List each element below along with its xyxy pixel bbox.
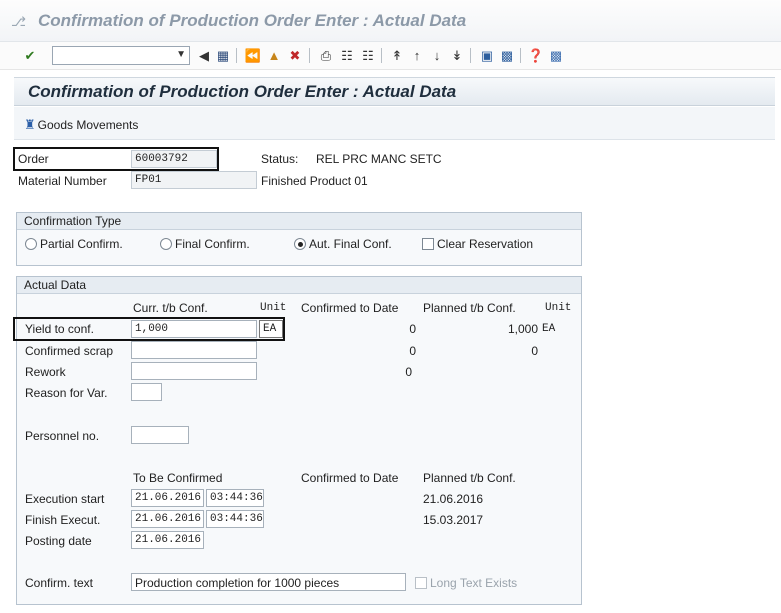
confirmation-type-title: Confirmation Type (17, 213, 581, 230)
command-field[interactable]: ▼ (52, 46, 190, 65)
radio-label: Aut. Final Conf. (309, 237, 392, 251)
confirmed-scrap-input[interactable] (131, 341, 257, 359)
save-icon[interactable]: ▦ (214, 46, 232, 64)
shortcut-icon[interactable]: ▩ (498, 46, 516, 64)
goods-movements-label: Goods Movements (37, 118, 139, 132)
checkbox-label: Long Text Exists (430, 576, 518, 590)
yield-planned: 1,000 (507, 322, 538, 336)
confirmed-scrap-label: Confirmed scrap (25, 344, 114, 358)
standard-toolbar: ✔ ▼ ◀ ▦ ⏪ ▲ ✖ ⎙ ☷ ☷ ↟ ↑ ↓ ↡ ▣ ▩ ❓ ▩ (0, 42, 781, 70)
clear-reservation-checkbox[interactable]: Clear Reservation (422, 237, 533, 251)
enter-icon[interactable]: ✔ (21, 46, 39, 64)
next-page-icon[interactable]: ↓ (428, 46, 446, 64)
reason-for-variance-input[interactable] (131, 383, 162, 401)
checkbox-icon (415, 577, 427, 589)
window-title: Confirmation of Production Order Enter :… (38, 11, 467, 30)
dropdown-arrow-icon[interactable]: ▼ (176, 49, 186, 60)
page-title: Confirmation of Production Order Enter :… (28, 82, 457, 101)
checkbox-label: Clear Reservation (437, 237, 534, 251)
posting-date-input[interactable]: 21.06.2016 (131, 531, 204, 549)
execution-start-time-input[interactable]: 03:44:36 (206, 489, 264, 507)
status-label: Status: (261, 152, 299, 166)
col-unit-header: Unit (260, 302, 287, 314)
confirm-text-input[interactable]: Production completion for 1000 pieces (131, 573, 406, 591)
material-number-field: FP01 (131, 171, 257, 189)
execution-start-planned: 21.06.2016 (423, 492, 484, 506)
help-icon[interactable]: ❓ (527, 46, 545, 64)
exit-icon[interactable]: ▲ (265, 46, 283, 64)
actual-data-title: Actual Data (17, 277, 581, 294)
menu-icon[interactable]: ⎇ (11, 14, 27, 29)
new-session-icon[interactable]: ▣ (478, 46, 496, 64)
finish-execution-time-input[interactable]: 03:44:36 (206, 510, 264, 528)
radio-label: Final Confirm. (175, 237, 250, 251)
col-to-be-confirmed-header: To Be Confirmed (133, 471, 223, 485)
status-value: REL PRC MANC SETC (316, 152, 442, 166)
goods-movements-button[interactable]: ♜ Goods Movements (24, 117, 138, 133)
finish-execution-planned: 15.03.2017 (423, 513, 484, 527)
yield-planned-unit: EA (542, 323, 556, 335)
rework-input[interactable] (131, 362, 257, 380)
col-planned-header-2: Planned t/b Conf. (423, 471, 516, 485)
radio-label: Partial Confirm. (40, 237, 123, 251)
scrap-planned: 0 (531, 344, 538, 358)
col-confirmed-to-date-header: Confirmed to Date (301, 471, 399, 485)
back-icon[interactable]: ⏪ (244, 46, 262, 64)
goods-movements-icon: ♜ (24, 117, 36, 132)
rework-label: Rework (25, 365, 66, 379)
col-curr-header: Curr. t/b Conf. (133, 301, 208, 315)
first-page-icon[interactable]: ↟ (388, 46, 406, 64)
posting-date-label: Posting date (25, 534, 92, 548)
find-icon[interactable]: ☷ (338, 46, 356, 64)
radio-button-icon (25, 238, 37, 250)
finish-execution-date-input[interactable]: 21.06.2016 (131, 510, 204, 528)
col-confirmed-header: Confirmed to Date (301, 301, 399, 315)
last-page-icon[interactable]: ↡ (448, 46, 466, 64)
radio-partial-confirm[interactable]: Partial Confirm. (25, 237, 123, 251)
radio-button-selected-icon (294, 238, 306, 250)
radio-final-confirm[interactable]: Final Confirm. (160, 237, 250, 251)
radio-button-icon (160, 238, 172, 250)
radio-aut-final-conf[interactable]: Aut. Final Conf. (294, 237, 392, 251)
cancel-icon[interactable]: ✖ (286, 46, 304, 64)
long-text-exists-checkbox: Long Text Exists (415, 576, 517, 590)
find-next-icon[interactable]: ☷ (359, 46, 377, 64)
print-icon[interactable]: ⎙ (317, 46, 335, 64)
back-arrow-icon[interactable]: ◀ (195, 46, 213, 64)
confirm-text-label: Confirm. text (25, 576, 94, 590)
material-number-label: Material Number (18, 174, 107, 188)
yield-confirmed-to-date: 0 (409, 322, 416, 336)
yield-highlight-box (13, 317, 285, 341)
col-planned-header: Planned t/b Conf. (423, 301, 516, 315)
execution-start-label: Execution start (25, 492, 105, 506)
previous-page-icon[interactable]: ↑ (408, 46, 426, 64)
col-unit2-header: Unit (545, 302, 572, 314)
rework-confirmed-to-date: 0 (405, 365, 412, 379)
checkbox-icon (422, 238, 434, 250)
reason-for-variance-label: Reason for Var. (25, 386, 108, 400)
personnel-number-label: Personnel no. (25, 429, 100, 443)
material-description: Finished Product 01 (261, 174, 368, 188)
order-highlight-box (13, 147, 219, 171)
personnel-number-input[interactable] (131, 426, 189, 444)
finish-execution-label: Finish Execut. (25, 513, 101, 527)
scrap-confirmed-to-date: 0 (409, 344, 416, 358)
layout-menu-icon[interactable]: ▩ (547, 46, 565, 64)
execution-start-date-input[interactable]: 21.06.2016 (131, 489, 204, 507)
